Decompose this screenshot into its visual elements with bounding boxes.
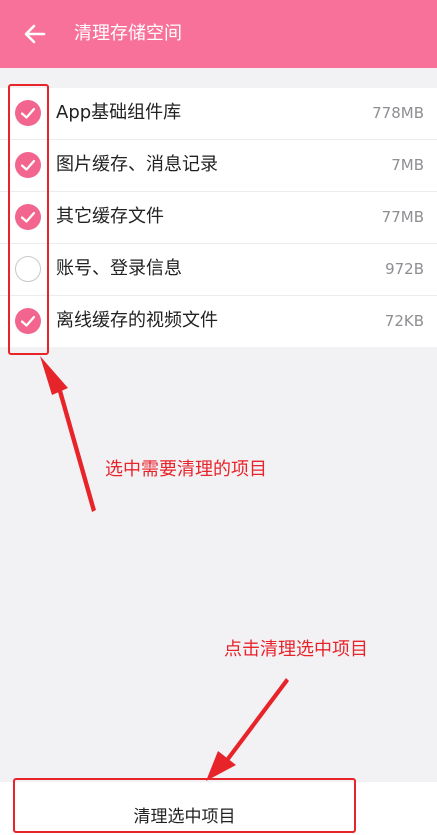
annotation-button-hint: 点击清理选中项目 [224,639,368,660]
annotation-arrow-down [226,678,289,761]
annotation-select-hint: 选中需要清理的项目 [105,459,267,480]
annotation-arrow-up [58,390,96,512]
annotation-arrow-up-head [40,356,68,395]
annotation-arrows [40,356,289,781]
clean-selected-button[interactable]: 清理选中项目 [13,778,356,833]
clean-selected-label: 清理选中项目 [133,807,236,827]
